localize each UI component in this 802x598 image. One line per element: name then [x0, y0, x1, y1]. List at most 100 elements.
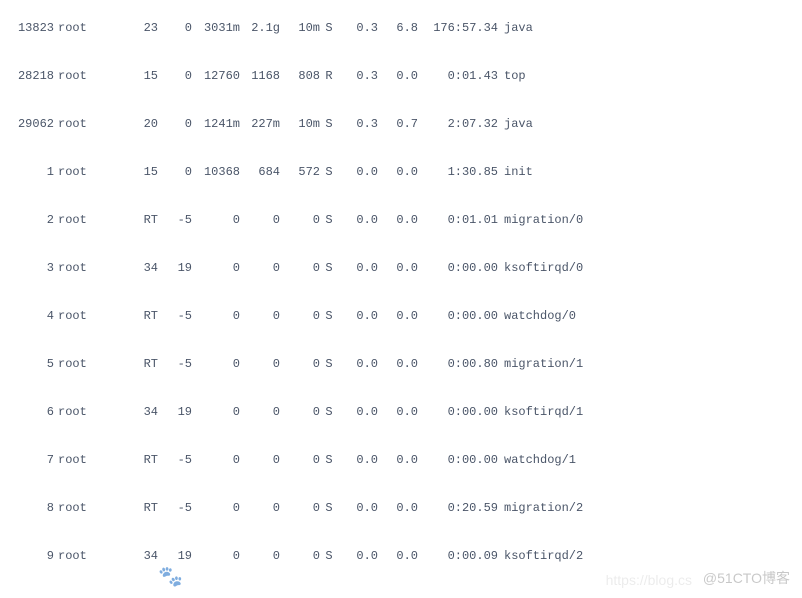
- col-ni: -5: [158, 212, 192, 229]
- watermark-brand: @51CTO博客: [703, 568, 790, 588]
- col-virt: 0: [192, 212, 240, 229]
- col-pr: 34: [108, 404, 158, 421]
- col-res: 0: [240, 404, 280, 421]
- col-cmd: watchdog/0: [498, 308, 576, 325]
- col-virt: 0: [192, 548, 240, 565]
- col-ni: 19: [158, 404, 192, 421]
- col-pid: 13823: [0, 20, 58, 37]
- process-row: 1root15010368684572S0.00.01:30.85init: [0, 148, 802, 196]
- watermark-faded: https://blog.cs: [606, 572, 692, 588]
- col-time: 0:00.00: [418, 308, 498, 325]
- col-pr: 23: [108, 20, 158, 37]
- process-row: 8rootRT-5000S0.00.00:20.59migration/2: [0, 484, 802, 532]
- col-st: S: [320, 500, 338, 517]
- col-res: 2.1g: [240, 20, 280, 37]
- col-virt: 0: [192, 308, 240, 325]
- col-user: root: [58, 68, 108, 85]
- col-cpu: 0.0: [338, 548, 378, 565]
- col-st: S: [320, 20, 338, 37]
- col-ni: 0: [158, 116, 192, 133]
- col-user: root: [58, 164, 108, 181]
- process-list: 13823root2303031m2.1g10mS0.36.8176:57.34…: [0, 4, 802, 580]
- col-pid: 7: [0, 452, 58, 469]
- col-pr: RT: [108, 356, 158, 373]
- col-pr: 34: [108, 260, 158, 277]
- col-res: 227m: [240, 116, 280, 133]
- col-time: 0:01.01: [418, 212, 498, 229]
- col-shr: 10m: [280, 116, 320, 133]
- col-mem: 0.0: [378, 212, 418, 229]
- col-st: S: [320, 308, 338, 325]
- process-row: 5rootRT-5000S0.00.00:00.80migration/1: [0, 340, 802, 388]
- col-time: 2:07.32: [418, 116, 498, 133]
- col-user: root: [58, 500, 108, 517]
- col-ni: 0: [158, 164, 192, 181]
- col-shr: 0: [280, 404, 320, 421]
- col-mem: 6.8: [378, 20, 418, 37]
- col-res: 0: [240, 548, 280, 565]
- col-user: root: [58, 404, 108, 421]
- col-cmd: migration/0: [498, 212, 583, 229]
- col-ni: 19: [158, 260, 192, 277]
- col-mem: 0.7: [378, 116, 418, 133]
- col-res: 0: [240, 260, 280, 277]
- col-mem: 0.0: [378, 164, 418, 181]
- col-mem: 0.0: [378, 260, 418, 277]
- col-pid: 28218: [0, 68, 58, 85]
- col-mem: 0.0: [378, 500, 418, 517]
- col-shr: 0: [280, 500, 320, 517]
- col-pid: 6: [0, 404, 58, 421]
- col-shr: 0: [280, 356, 320, 373]
- col-time: 0:01.43: [418, 68, 498, 85]
- col-pid: 5: [0, 356, 58, 373]
- col-mem: 0.0: [378, 452, 418, 469]
- col-pid: 8: [0, 500, 58, 517]
- col-time: 1:30.85: [418, 164, 498, 181]
- col-shr: 0: [280, 548, 320, 565]
- col-time: 0:00.09: [418, 548, 498, 565]
- col-pr: 15: [108, 68, 158, 85]
- col-virt: 12760: [192, 68, 240, 85]
- col-user: root: [58, 20, 108, 37]
- col-res: 0: [240, 308, 280, 325]
- process-row: 2rootRT-5000S0.00.00:01.01migration/0: [0, 196, 802, 244]
- process-row: 3root3419000S0.00.00:00.00ksoftirqd/0: [0, 244, 802, 292]
- col-pr: RT: [108, 308, 158, 325]
- col-user: root: [58, 308, 108, 325]
- col-cmd: migration/1: [498, 356, 583, 373]
- col-user: root: [58, 548, 108, 565]
- col-cmd: java: [498, 20, 533, 37]
- process-row: 6root3419000S0.00.00:00.00ksoftirqd/1: [0, 388, 802, 436]
- col-res: 1168: [240, 68, 280, 85]
- col-cmd: watchdog/1: [498, 452, 576, 469]
- col-cmd: top: [498, 68, 526, 85]
- col-shr: 572: [280, 164, 320, 181]
- col-pr: RT: [108, 500, 158, 517]
- col-st: S: [320, 116, 338, 133]
- col-res: 684: [240, 164, 280, 181]
- col-ni: -5: [158, 308, 192, 325]
- col-shr: 808: [280, 68, 320, 85]
- col-cmd: java: [498, 116, 533, 133]
- col-pr: 34: [108, 548, 158, 565]
- col-time: 0:00.00: [418, 260, 498, 277]
- col-ni: -5: [158, 452, 192, 469]
- col-mem: 0.0: [378, 68, 418, 85]
- col-cpu: 0.0: [338, 500, 378, 517]
- col-time: 0:00.80: [418, 356, 498, 373]
- col-pr: 20: [108, 116, 158, 133]
- col-user: root: [58, 116, 108, 133]
- col-time: 0:00.00: [418, 452, 498, 469]
- col-virt: 3031m: [192, 20, 240, 37]
- col-time: 0:20.59: [418, 500, 498, 517]
- col-virt: 0: [192, 452, 240, 469]
- col-res: 0: [240, 212, 280, 229]
- col-cpu: 0.3: [338, 68, 378, 85]
- col-ni: -5: [158, 356, 192, 373]
- col-st: S: [320, 548, 338, 565]
- col-virt: 0: [192, 356, 240, 373]
- col-res: 0: [240, 500, 280, 517]
- col-pid: 3: [0, 260, 58, 277]
- col-ni: 19: [158, 548, 192, 565]
- col-pid: 29062: [0, 116, 58, 133]
